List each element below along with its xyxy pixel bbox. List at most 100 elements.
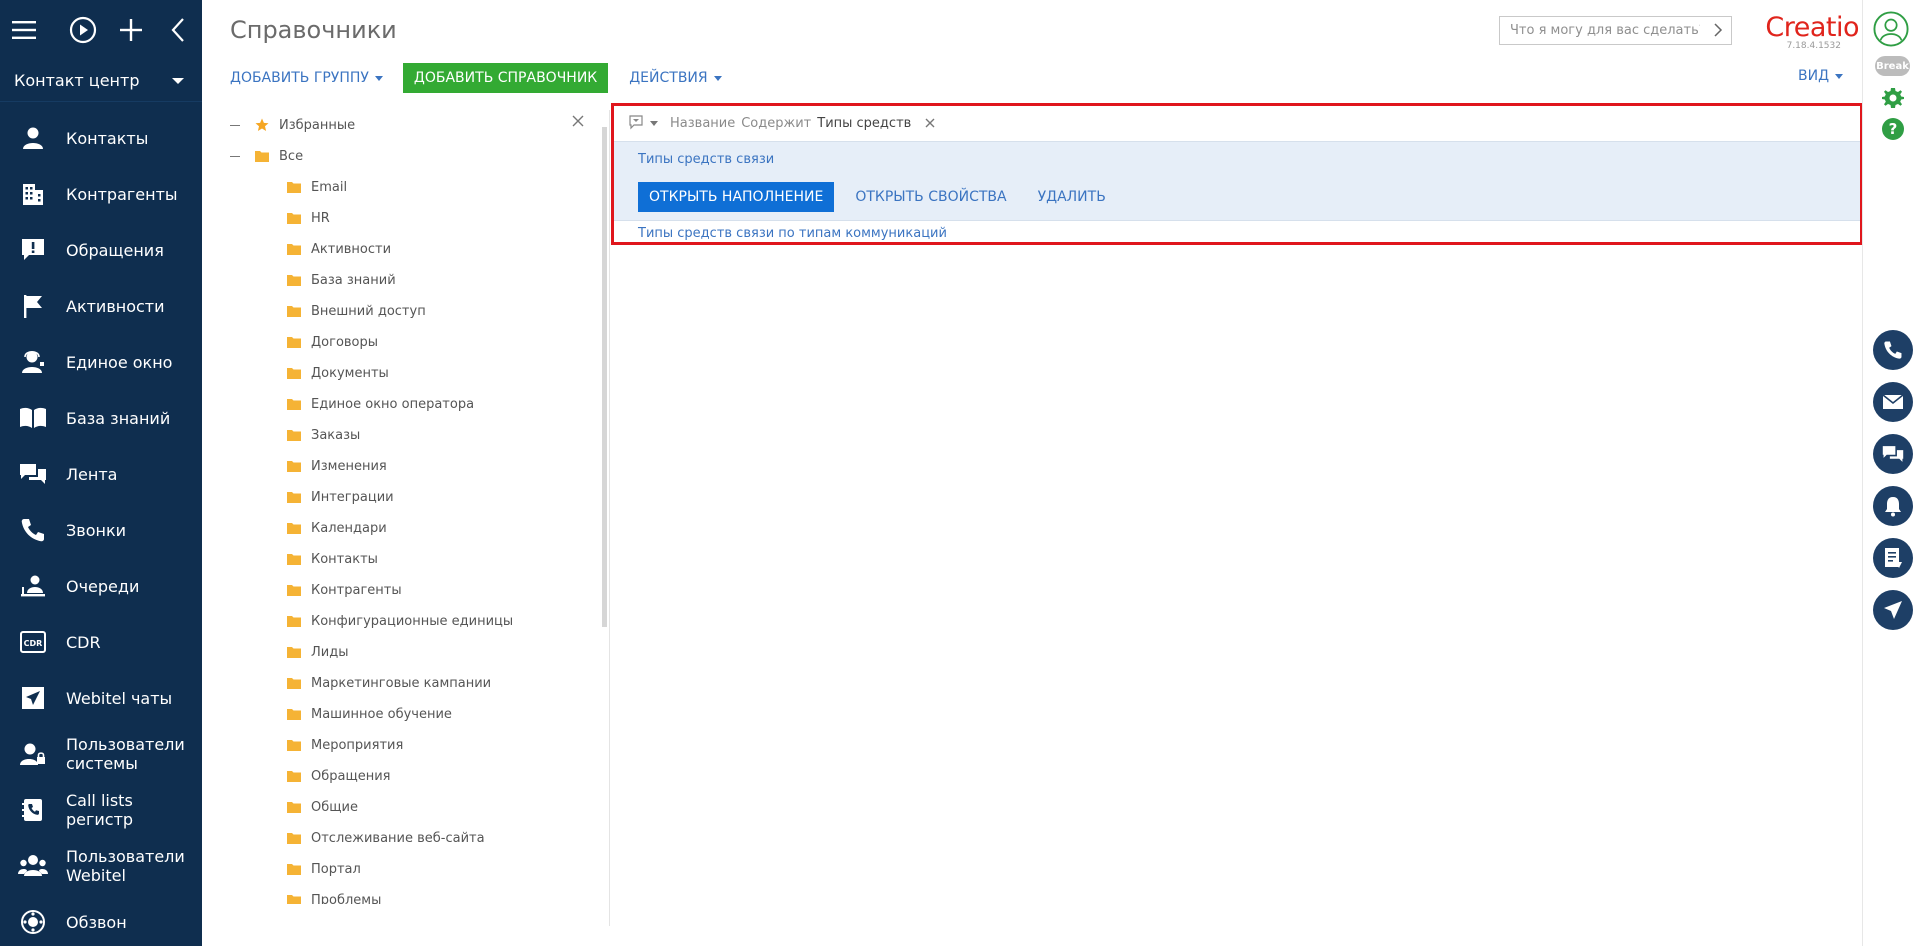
status-badge[interactable]: Break [1875,56,1910,76]
tree-node-label: Конфигурационные единицы [311,613,514,629]
tree-node-folder[interactable]: База знаний [287,268,396,292]
feed-chat-icon [18,459,48,489]
sidebar-item-webitel-chats[interactable]: Webitel чаты [0,670,202,726]
sidebar-item-label: Call lists регистр [66,791,134,829]
tree-node-folder[interactable]: Единое окно оператора [287,392,474,416]
collapse-icon[interactable] [230,155,240,157]
tree-node-folder[interactable]: Проблемы [287,888,381,904]
tree-node-label: Интеграции [311,489,394,505]
tree-node-folder[interactable]: Интеграции [287,485,394,509]
command-search[interactable] [1499,16,1732,45]
add-button[interactable] [107,10,155,50]
collapse-icon[interactable] [230,124,240,126]
rail-tasks-button[interactable] [1873,538,1913,578]
process-run-button[interactable] [60,10,108,50]
tree-node-favorites[interactable]: Избранные [230,113,355,137]
tree-node-folder[interactable]: Маркетинговые кампании [287,671,491,695]
tree-node-folder[interactable]: Календари [287,516,387,540]
user-profile-icon[interactable] [1873,10,1909,48]
tree-node-folder[interactable]: Портал [287,857,361,881]
tree-node-folder[interactable]: Общие [287,795,358,819]
chevron-right-icon[interactable] [1713,23,1723,37]
view-button[interactable]: Вид [1798,68,1844,84]
folder-icon [287,398,301,410]
tree-node-folder[interactable]: HR [287,206,330,230]
open-properties-button[interactable]: Открыть свойства [855,189,1006,205]
tree-node-folder[interactable]: Отслеживание веб-сайта [287,826,485,850]
cdr-icon: CDR [18,627,48,657]
close-icon[interactable] [572,115,584,127]
tree-node-folder[interactable]: Машинное обучение [287,702,452,726]
open-content-button[interactable]: Открыть наполнение [638,182,835,212]
sidebar-item-activities[interactable]: Активности [0,278,202,334]
sidebar-item-calls[interactable]: Звонки [0,502,202,558]
collapse-sidebar-button[interactable] [155,10,203,50]
sidebar-item-cases[interactable]: Обращения [0,222,202,278]
selected-row[interactable]: Типы средств связи Открыть наполнение От… [614,141,1860,221]
tree-node-folder[interactable]: Конфигурационные единицы [287,609,513,633]
tree-node-folder[interactable]: Мероприятия [287,733,403,757]
filter-chat-icon[interactable] [628,115,646,131]
delete-button[interactable]: Удалить [1038,189,1106,205]
sidebar-item-single-window[interactable]: Единое окно [0,334,202,390]
tree-node-label: Единое окно оператора [311,396,475,412]
sidebar-item-label: Очереди [66,576,140,596]
tree-node-folder[interactable]: Контрагенты [287,578,402,602]
close-icon[interactable] [925,118,935,128]
add-lookup-label: Добавить справочник [413,70,598,86]
gear-icon[interactable] [1881,86,1905,110]
agent-person-icon [18,347,48,377]
tree-node-folder[interactable]: Документы [287,361,389,385]
rail-send-button[interactable] [1873,590,1913,630]
lookup-name-link[interactable]: Типы средств связи [638,152,774,167]
sidebar-item-webitel-users[interactable]: Пользователи Webitel [0,838,202,894]
sidebar-item-accounts[interactable]: Контрагенты [0,166,202,222]
actions-button[interactable]: Действия [629,70,722,86]
chevron-down-icon[interactable] [650,120,658,126]
tree-node-folder[interactable]: Договоры [287,330,378,354]
sidebar-item-call-lists[interactable]: Call lists регистр [0,782,202,838]
tree-node-folder[interactable]: Заказы [287,423,360,447]
tree-node-label: Внешний доступ [311,303,426,319]
sidebar-item-feed[interactable]: Лента [0,446,202,502]
tree-node-folder[interactable]: Email [287,175,347,199]
tree-node-label: Договоры [311,334,379,350]
user-lock-icon [18,739,48,769]
tree-node-folder[interactable]: Внешний доступ [287,299,426,323]
page-title: Справочники [230,16,397,44]
workspace-selector[interactable]: Контакт центр [0,60,202,102]
tree-node-folder[interactable]: Контакты [287,547,378,571]
rail-chat-button[interactable] [1873,434,1913,474]
folder-icon [287,522,301,534]
sidebar-item-cdr[interactable]: CDR CDR [0,614,202,670]
tree-scrollbar[interactable] [602,127,607,627]
document-list-icon [1885,548,1902,568]
folder-icon [287,677,301,689]
rail-phone-button[interactable] [1873,330,1913,370]
tree-node-folder[interactable]: Изменения [287,454,387,478]
lookup-name-link[interactable]: Типы средств связи по типам коммуникаций [638,226,947,241]
sidebar-item-knowledge-base[interactable]: База знаний [0,390,202,446]
sidebar-item-label: Пользователи Webitel [66,847,185,885]
sidebar-item-contacts[interactable]: Контакты [0,110,202,166]
send-icon [1884,601,1902,619]
sidebar-item-dialer[interactable]: Обзвон [0,894,202,946]
add-lookup-button[interactable]: Добавить справочник [402,63,609,93]
sidebar-item-label: CDR [66,632,101,652]
dialer-icon [18,907,48,937]
add-group-button[interactable]: Добавить группу [230,70,383,86]
sidebar-item-system-users[interactable]: Пользователи системы [0,726,202,782]
command-search-input[interactable] [1510,23,1700,38]
rail-notifications-button[interactable] [1873,486,1913,526]
sidebar-item-queues[interactable]: Очереди [0,558,202,614]
menu-button[interactable] [12,10,60,50]
send-icon [18,683,48,713]
sidebar-item-label: Обращения [66,240,164,260]
rail-email-button[interactable] [1873,382,1913,422]
rail-divider [1862,0,1863,946]
tree-node-folder[interactable]: Активности [287,237,391,261]
tree-node-folder[interactable]: Обращения [287,764,390,788]
tree-node-folder[interactable]: Лиды [287,640,348,664]
help-icon[interactable]: ? [1881,117,1905,141]
tree-node-all[interactable]: Все [230,144,303,168]
